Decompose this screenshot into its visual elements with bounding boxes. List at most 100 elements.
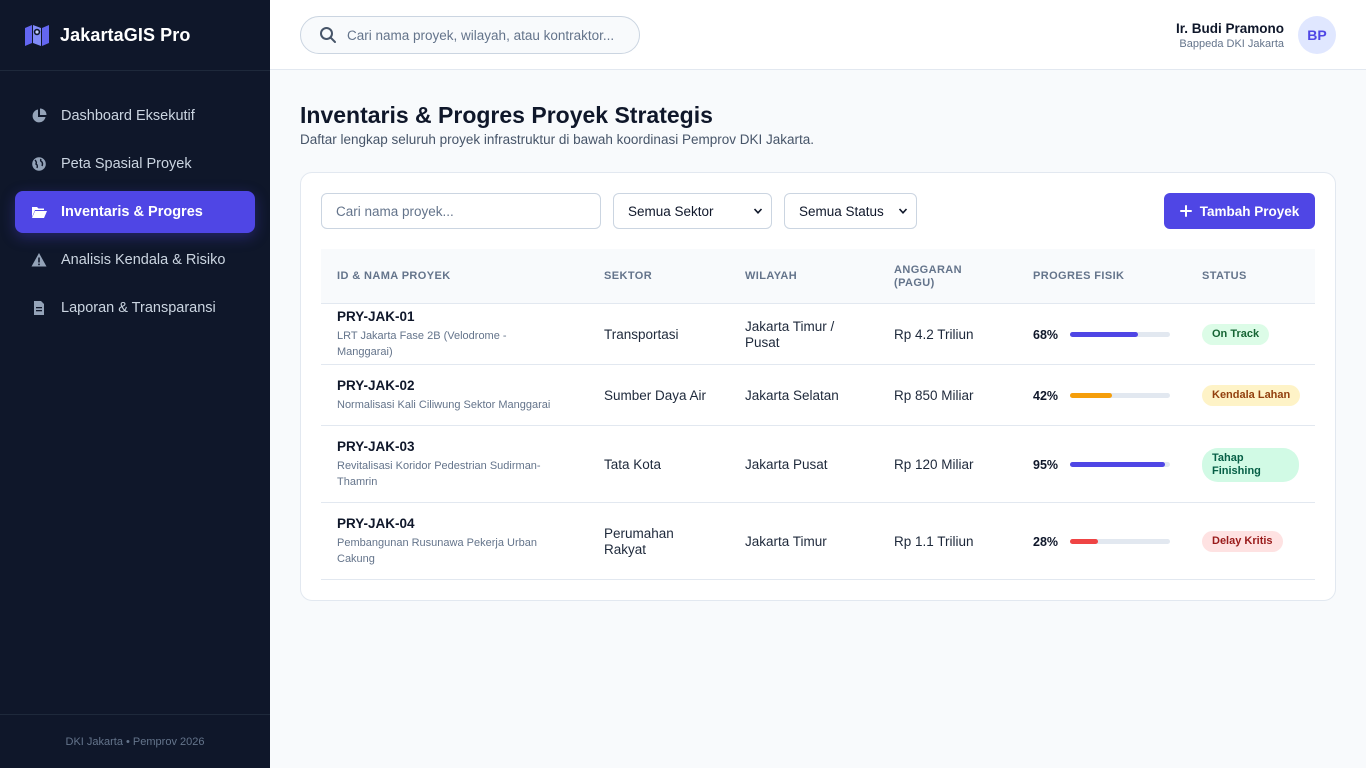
progress-percent: 42%	[1033, 388, 1059, 403]
status-badge: On Track	[1202, 324, 1270, 345]
sidebar-item-inventaris-progres[interactable]: Inventaris & Progres	[15, 191, 255, 233]
project-id: PRY-JAK-03	[337, 439, 415, 454]
budget-cell: Rp 1.1 Triliun	[894, 533, 974, 549]
main-content: Inventaris & Progres Proyek Strategis Da…	[300, 100, 1336, 601]
project-cell: PRY-JAK-03 Revitalisasi Koridor Pedestria…	[337, 439, 557, 490]
sidebar: JakartaGIS Pro Dashboard Eksekutif Peta S…	[0, 0, 270, 768]
region-cell: Jakarta Pusat	[745, 456, 828, 472]
sidebar-item-peta-spasial-proyek[interactable]: Peta Spasial Proyek	[15, 143, 255, 185]
table-header: ID & Nama Proyek Sektor Wilayah Anggaran (P…	[321, 249, 1315, 304]
chart-pie-icon	[31, 108, 47, 124]
project-table-card: Semua Sektor Semua Status Tambah Proyek …	[300, 172, 1336, 601]
topbar: Ir. Budi Pramono Bappeda DKI Jakarta BP	[270, 0, 1366, 70]
progress-percent: 95%	[1033, 457, 1059, 472]
project-id: PRY-JAK-04	[337, 516, 415, 531]
sector-select[interactable]: Semua Sektor	[613, 193, 772, 229]
file-icon	[31, 300, 47, 316]
status-select[interactable]: Semua Status	[784, 193, 917, 229]
sidebar-item-laporan-transparansi[interactable]: Laporan & Transparansi	[15, 287, 255, 329]
search-icon	[319, 26, 347, 44]
project-id: PRY-JAK-01	[337, 309, 415, 324]
sidebar-item-label: Laporan & Transparansi	[61, 300, 216, 316]
page-subtitle: Daftar lengkap seluruh proyek infrastruk…	[300, 132, 814, 147]
progress-cell: 28%	[1033, 534, 1170, 550]
warning-triangle-icon	[31, 252, 47, 268]
sidebar-item-dashboard-eksekutif[interactable]: Dashboard Eksekutif	[15, 95, 255, 137]
sidebar-item-label: Dashboard Eksekutif	[61, 108, 195, 124]
progress-percent: 28%	[1033, 534, 1059, 549]
column-header: Progres Fisik	[1033, 270, 1125, 282]
sidebar-item-label: Peta Spasial Proyek	[61, 156, 192, 172]
add-project-button[interactable]: Tambah Proyek	[1164, 193, 1315, 229]
user-menu[interactable]: Ir. Budi Pramono Bappeda DKI Jakarta BP	[1176, 16, 1336, 54]
project-cell: PRY-JAK-02 Normalisasi Kali Ciliwung Sekt…	[337, 378, 557, 413]
progress-bar	[1070, 393, 1170, 398]
project-cell: PRY-JAK-04 Pembangunan Rusunawa Pekerja U…	[337, 516, 557, 567]
project-id: PRY-JAK-02	[337, 378, 415, 393]
column-header: Wilayah	[745, 270, 798, 282]
project-name: Revitalisasi Koridor Pedestrian Sudirman…	[337, 460, 541, 488]
budget-cell: Rp 4.2 Triliun	[894, 326, 974, 342]
sidebar-nav: Dashboard Eksekutif Peta Spasial Proyek In…	[0, 71, 270, 329]
budget-cell: Rp 850 Miliar	[894, 387, 974, 403]
progress-bar-fill	[1070, 539, 1098, 544]
brand[interactable]: JakartaGIS Pro	[0, 0, 270, 71]
status-badge: Tahap Finishing	[1202, 447, 1299, 482]
global-search-input[interactable]	[347, 27, 627, 43]
sector-cell: Sumber Daya Air	[604, 387, 707, 403]
progress-bar-fill	[1070, 332, 1138, 337]
user-role: Bappeda DKI Jakarta	[1179, 37, 1284, 50]
progress-cell: 42%	[1033, 388, 1170, 404]
map-logo-icon	[24, 23, 60, 47]
progress-bar-fill	[1070, 462, 1165, 467]
table-body: PRY-JAK-01 LRT Jakarta Fase 2B (Velodrome…	[321, 304, 1315, 580]
avatar[interactable]: BP	[1298, 16, 1336, 54]
folder-open-icon	[31, 204, 47, 220]
table-row[interactable]: PRY-JAK-03 Revitalisasi Koridor Pedestria…	[321, 426, 1315, 503]
region-cell: Jakarta Timur	[745, 533, 827, 549]
project-name: LRT Jakarta Fase 2B (Velodrome - Manggar…	[337, 330, 507, 358]
table-row[interactable]: PRY-JAK-02 Normalisasi Kali Ciliwung Sekt…	[321, 365, 1315, 426]
column-header: Anggaran (Pagu)	[894, 264, 962, 289]
user-name: Ir. Budi Pramono	[1175, 20, 1284, 36]
region-cell: Jakarta Timur / Pusat	[745, 318, 835, 350]
project-name: Normalisasi Kali Ciliwung Sektor Manggar…	[337, 399, 551, 411]
status-select-value: Semua Status	[799, 203, 884, 219]
column-header: ID & Nama Proyek	[337, 270, 451, 282]
table-row[interactable]: PRY-JAK-01 LRT Jakarta Fase 2B (Velodrome…	[321, 304, 1315, 365]
progress-cell: 68%	[1033, 327, 1170, 343]
add-project-label: Tambah Proyek	[1199, 203, 1300, 219]
globe-icon	[31, 156, 47, 172]
project-table: ID & Nama Proyek Sektor Wilayah Anggaran (P…	[321, 249, 1315, 580]
project-name: Pembangunan Rusunawa Pekerja Urban Cakun…	[337, 537, 537, 565]
project-search-input[interactable]	[321, 193, 601, 229]
sidebar-footer: DKI Jakarta • Pemprov 2026	[0, 714, 270, 768]
budget-cell: Rp 120 Miliar	[894, 456, 974, 472]
column-header: Sektor	[604, 270, 653, 282]
sidebar-item-analisis-kendala-risiko[interactable]: Analisis Kendala & Risiko	[15, 239, 255, 281]
plus-icon	[1179, 205, 1200, 217]
project-cell: PRY-JAK-01 LRT Jakarta Fase 2B (Velodrome…	[337, 309, 557, 360]
page-title: Inventaris & Progres Proyek Strategis	[300, 102, 713, 128]
status-badge: Delay Kritis	[1202, 531, 1283, 552]
progress-bar	[1070, 539, 1170, 544]
sector-select-value: Semua Sektor	[628, 203, 714, 219]
progress-bar	[1070, 332, 1170, 337]
filter-bar: Semua Sektor Semua Status Tambah Proyek	[321, 193, 1315, 229]
table-row[interactable]: PRY-JAK-04 Pembangunan Rusunawa Pekerja U…	[321, 503, 1315, 580]
sidebar-item-label: Inventaris & Progres	[61, 204, 203, 220]
progress-bar-fill	[1070, 393, 1112, 398]
global-search[interactable]	[300, 16, 640, 54]
sector-cell: Tata Kota	[604, 456, 662, 472]
region-cell: Jakarta Selatan	[745, 387, 839, 403]
progress-percent: 68%	[1033, 327, 1059, 342]
status-badge: Kendala Lahan	[1202, 385, 1301, 406]
progress-cell: 95%	[1033, 457, 1170, 473]
sector-cell: Perumahan Rakyat	[604, 525, 674, 557]
chevron-down-icon	[753, 206, 763, 216]
sidebar-item-label: Analisis Kendala & Risiko	[61, 252, 226, 268]
sector-cell: Transportasi	[604, 326, 679, 342]
brand-name: JakartaGIS Pro	[60, 24, 191, 45]
chevron-down-icon	[898, 206, 908, 216]
progress-bar	[1070, 462, 1170, 467]
